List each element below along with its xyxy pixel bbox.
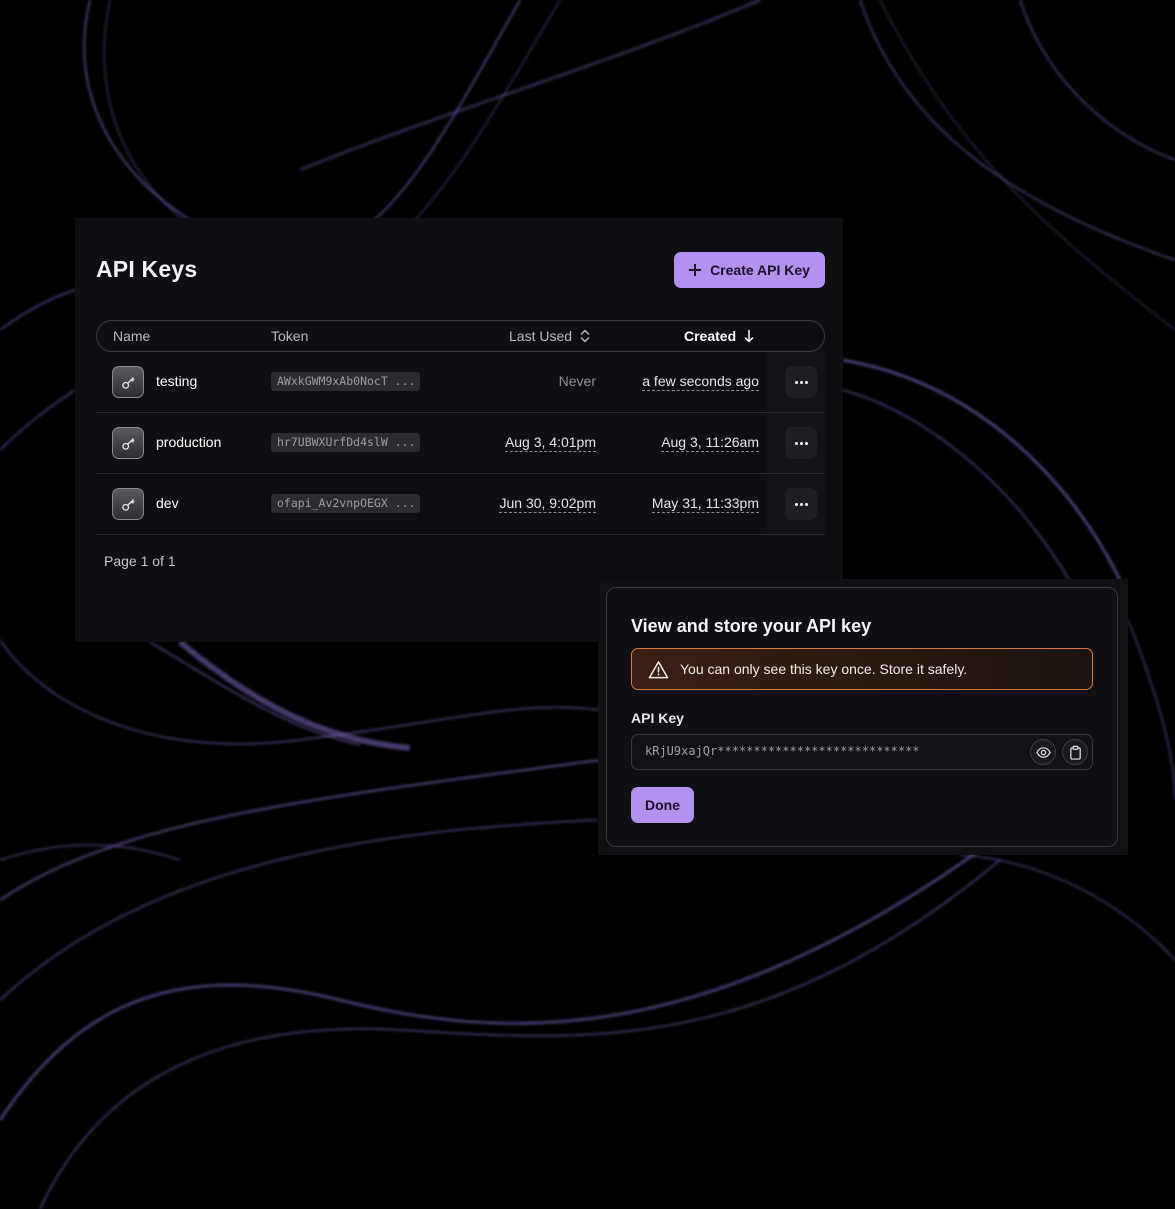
table-row: dev ofapi_Av2vnpOEGX ... Jun 30, 9:02pm … — [96, 474, 825, 535]
row-menu-button[interactable] — [785, 427, 817, 459]
warning-text: You can only see this key once. Store it… — [680, 661, 968, 677]
key-last-used: Aug 3, 4:01pm — [504, 434, 596, 452]
api-key-label: API Key — [631, 710, 684, 726]
key-token: ofapi_Av2vnpOEGX ... — [271, 494, 420, 513]
row-actions-column — [767, 352, 825, 412]
key-icon — [112, 366, 144, 398]
api-key-field[interactable]: kRjU9xajQr**************************** — [631, 734, 1093, 770]
api-key-value[interactable]: kRjU9xajQr**************************** — [645, 744, 920, 758]
key-token: AWxkGWM9xAb0NocT ... — [271, 372, 420, 391]
key-token: hr7UBWXUrfDd4slW ... — [271, 433, 420, 452]
table-row: testing AWxkGWM9xAb0NocT ... Never a few… — [96, 352, 825, 413]
plus-icon — [689, 264, 702, 276]
eye-icon — [1035, 746, 1051, 758]
column-header-created[interactable]: Created — [684, 328, 754, 344]
column-header-token: Token — [271, 328, 309, 344]
row-actions-column — [767, 474, 825, 534]
key-icon — [112, 427, 144, 459]
clipboard-icon — [1069, 745, 1081, 760]
warning-triangle-icon — [648, 660, 669, 678]
column-header-created-label: Created — [684, 328, 737, 344]
key-name: dev — [156, 495, 179, 511]
column-header-name: Name — [113, 328, 151, 344]
key-created: May 31, 11:33pm — [651, 495, 759, 513]
copy-key-button[interactable] — [1062, 739, 1088, 765]
column-header-last-used-label: Last Used — [509, 328, 573, 344]
table-header: Name Token Last Used Created — [96, 320, 825, 352]
create-api-key-label: Create API Key — [710, 262, 810, 278]
key-created: a few seconds ago — [642, 373, 759, 391]
reveal-key-button[interactable] — [1030, 739, 1056, 765]
page-title: API Keys — [96, 256, 198, 282]
api-key-dialog: View and store your API key You can only… — [606, 587, 1118, 847]
row-menu-button[interactable] — [785, 366, 817, 398]
row-actions-column — [767, 413, 825, 473]
chevron-up-down-icon — [580, 329, 590, 343]
more-horizontal-icon — [794, 502, 798, 506]
key-name: production — [156, 434, 222, 450]
key-last-used: Jun 30, 9:02pm — [499, 495, 596, 513]
pagination-label: Page 1 of 1 — [104, 553, 176, 569]
column-header-last-used[interactable]: Last Used — [509, 328, 590, 344]
dialog-title: View and store your API key — [631, 616, 872, 636]
warning-alert: You can only see this key once. Store it… — [631, 648, 1093, 690]
key-created: Aug 3, 11:26am — [661, 434, 759, 452]
table-row: production hr7UBWXUrfDd4slW ... Aug 3, 4… — [96, 413, 825, 474]
row-menu-button[interactable] — [785, 488, 817, 520]
create-api-key-button[interactable]: Create API Key — [674, 252, 825, 288]
key-icon — [112, 488, 144, 520]
more-horizontal-icon — [794, 380, 798, 384]
key-name: testing — [156, 373, 198, 389]
done-button[interactable]: Done — [631, 787, 694, 823]
arrow-down-icon — [744, 329, 754, 343]
key-last-used: Never — [558, 373, 596, 389]
more-horizontal-icon — [794, 441, 798, 445]
